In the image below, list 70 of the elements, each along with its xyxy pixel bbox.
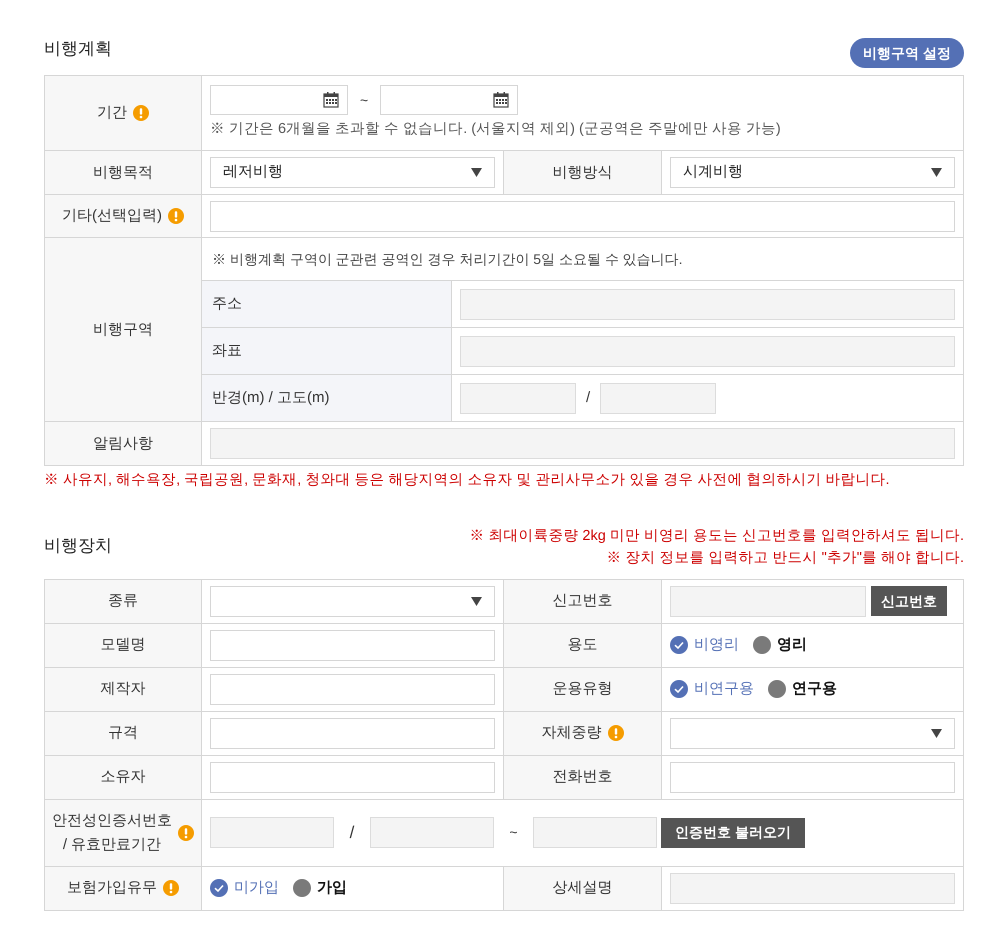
radio-option[interactable]: 미가입 [210,877,279,900]
text-field[interactable] [210,718,495,749]
text-field[interactable] [210,762,495,793]
notice-field[interactable] [210,428,955,459]
field-label: 신고번호 [552,591,612,612]
radio-option[interactable]: 영리 [753,634,807,656]
text-field[interactable] [670,762,955,793]
dropdown[interactable] [670,718,955,749]
load-certificate-button[interactable]: 인증번호 불러오기 [661,818,805,848]
field-label: 기타(선택입력) [62,206,162,226]
radio-option[interactable]: 가입 [293,877,347,900]
field-label: 소유자 [100,767,146,788]
field-label: 반경(m) / 고도(m) [212,388,330,408]
calendar-icon [493,92,510,108]
field-label: 종류 [108,591,138,612]
field-label: 전화번호 [552,767,612,788]
report-number-button[interactable]: 신고번호 [871,586,947,616]
field-label: 안전성인증서번호 / 유효만료기간 [52,810,172,855]
altitude-field[interactable] [600,382,716,414]
section-title: 비행계획 [44,38,112,60]
warning-text: ※ 사유지, 해수욕장, 국립공원, 문화재, 청와대 등은 해당지역의 소유자 및 관리사무소가 있을 경우 사전에 협의하시기 바랍니다. [44,471,891,490]
caret-icon [471,596,482,606]
radio-option[interactable]: 비연구용 [670,678,754,700]
certificate-field[interactable] [210,817,334,848]
field-label: 규격 [108,723,138,744]
expiry-date-field[interactable] [533,817,657,848]
address-field[interactable] [460,288,955,320]
text-field[interactable] [210,200,955,232]
radio-option[interactable]: 연구용 [768,678,837,700]
report-number-field[interactable] [670,586,866,617]
field-label: 자체중량 [542,723,602,744]
text-field[interactable] [210,630,495,661]
radio-option[interactable]: 비영리 [670,634,739,656]
range-separator: ~ [360,90,368,110]
section-title: 비행장치 [44,534,112,557]
slash-separator: / [586,388,590,408]
device-note: ※ 최대이륙중량 2kg 미만 비영리 용도는 신고번호를 입력안하셔도 됩니다. [469,526,964,546]
text-field[interactable] [210,674,495,705]
field-label: 주소 [212,294,242,314]
field-label: 제작자 [100,679,146,700]
date-field[interactable] [380,85,518,116]
device-note: ※ 장치 정보를 입력하고 반드시 "추가"를 해야 합니다. [606,548,964,568]
field-label: 기간 [97,103,127,123]
range-separator: ~ [508,823,519,842]
slash-separator: / [348,822,356,844]
zone-settings-button[interactable]: 비행구역 설정 [850,38,964,68]
field-label: 알림사항 [93,434,153,454]
field-label: 좌표 [212,340,242,361]
caret-icon [471,168,482,177]
coordinate-field[interactable] [460,336,955,366]
dropdown[interactable]: 시계비행 [670,157,955,188]
field-label: 비행방식 [552,162,612,182]
text-field[interactable] [670,872,955,904]
field-label: 비행목적 [93,162,153,182]
field-label: 운용유형 [552,679,612,700]
period-note: ※ 기간은 6개월을 초과할 수 없습니다. (서울지역 제외) (군공역은 주말에만 사용 가능) [210,120,782,140]
dropdown[interactable]: 레저비행 [210,157,495,188]
calendar-icon [323,92,339,108]
field-label: 상세설명 [552,878,612,898]
radius-field[interactable] [460,382,576,414]
dropdown[interactable] [210,586,495,617]
field-label: 용도 [568,635,598,656]
field-label: 모델명 [100,635,146,656]
certificate-field[interactable] [370,817,494,848]
field-label: 비행구역 [93,320,153,340]
field-label: 보험가입유무 [67,878,157,898]
caret-icon [931,168,942,177]
date-field[interactable] [210,85,348,116]
zone-note: ※ 비행계획 구역이 군관련 공역인 경우 처리기간이 5일 소요될 수 있습니다. [212,250,683,268]
caret-icon [931,728,942,738]
